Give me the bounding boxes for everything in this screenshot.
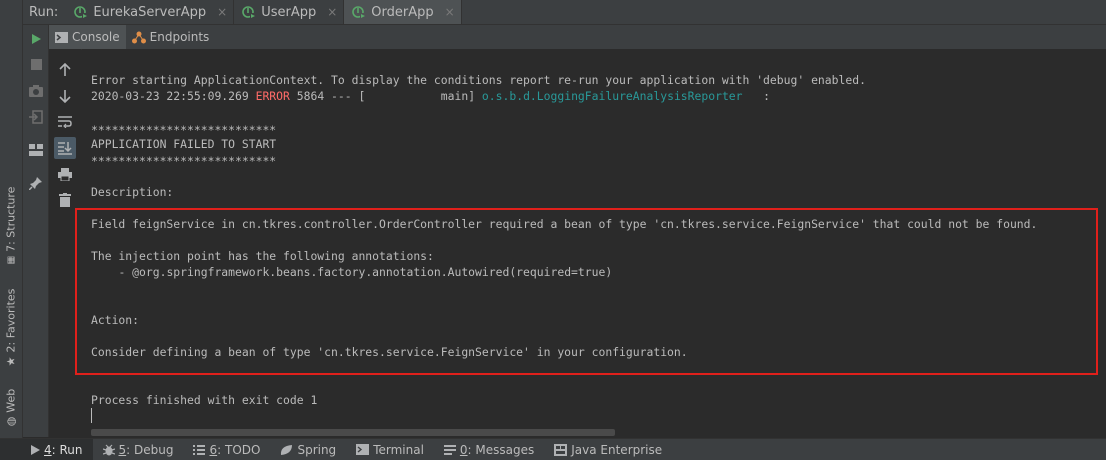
console-line: APPLICATION FAILED TO START — [91, 137, 277, 151]
todo-icon — [193, 444, 206, 455]
bottom-tab-label: : Debug — [126, 442, 174, 457]
bottom-tab-spring[interactable]: Spring — [270, 439, 346, 460]
run-tab-bar: Run: EurekaServerApp × UserApp × OrderAp… — [23, 0, 1106, 25]
stop-icon[interactable] — [26, 54, 46, 74]
shortcut-key: 6 — [209, 442, 218, 457]
log-logger: o.s.b.d.LoggingFailureAnalysisReporter — [481, 89, 743, 103]
bottom-tab-terminal[interactable]: Terminal — [346, 439, 434, 460]
favorites-tab[interactable]: ★ 2: Favorites — [0, 285, 22, 370]
rerun-icon[interactable] — [26, 29, 46, 49]
log-timestamp: 2020-03-23 22:55:09.269 — [91, 89, 256, 103]
spring-boot-app-icon — [242, 6, 257, 19]
spring-icon — [281, 444, 293, 455]
structure-tab-label: 7: Structure — [4, 186, 18, 252]
web-tab-label: Web — [4, 388, 18, 413]
log-level: ERROR — [255, 89, 290, 103]
spring-boot-app-icon — [74, 6, 89, 19]
run-tab-eurekaserverapp[interactable]: EurekaServerApp × — [66, 0, 235, 24]
console-line: Process finished with exit code 1 — [91, 393, 318, 407]
shortcut-key: 5 — [118, 442, 127, 457]
exit-icon[interactable] — [26, 107, 46, 127]
bottom-tab-label: : Run — [51, 442, 83, 457]
run-tab-label: UserApp — [261, 4, 317, 20]
bottom-tab-label: Spring — [297, 442, 337, 457]
java-enterprise-icon — [554, 443, 568, 456]
run-tab-label: EurekaServerApp — [93, 4, 207, 20]
web-tab[interactable]: ◍ Web — [0, 382, 22, 432]
tab-console[interactable]: Console — [49, 25, 126, 49]
shortcut-key: 0 — [459, 442, 468, 457]
bottom-tab-messages[interactable]: 0: Messages — [434, 439, 544, 460]
console-line: *************************** — [91, 154, 277, 168]
run-controls-toolbar — [23, 25, 49, 437]
print-icon[interactable] — [55, 164, 75, 184]
pin-icon[interactable] — [26, 173, 46, 193]
shortcut-key: 4 — [44, 442, 52, 457]
bottom-tab-label: Java Enterprise — [571, 442, 663, 457]
console-icon — [55, 31, 68, 43]
tab-endpoints-label: Endpoints — [149, 30, 210, 44]
star-icon: ★ — [4, 356, 18, 367]
text-caret — [91, 408, 92, 423]
structure-tab[interactable]: ▦ 7: Structure — [0, 180, 22, 270]
horizontal-scrollbar[interactable] — [91, 429, 615, 436]
arrow-down-icon[interactable] — [55, 86, 75, 106]
console-line: Error starting ApplicationContext. To di… — [91, 73, 866, 87]
run-tab-orderapp[interactable]: OrderApp × — [344, 0, 462, 24]
terminal-icon — [356, 444, 370, 455]
trash-icon[interactable] — [55, 190, 75, 210]
bottom-tab-label: Terminal — [373, 442, 424, 457]
globe-icon: ◍ — [4, 416, 18, 426]
run-tab-userapp[interactable]: UserApp × — [234, 0, 345, 24]
tab-endpoints[interactable]: Endpoints — [126, 25, 216, 49]
run-label: Run: — [29, 4, 59, 20]
close-icon[interactable]: × — [217, 5, 227, 19]
bottom-tab-todo[interactable]: 6: TODO — [183, 439, 270, 460]
left-tool-strip: ▦ 7: Structure ★ 2: Favorites ◍ Web — [0, 0, 23, 459]
layout-icon[interactable] — [26, 140, 46, 160]
log-thread: 5864 --- [ main] — [289, 89, 482, 103]
arrow-up-icon[interactable] — [55, 60, 75, 80]
log-separator: : — [742, 89, 770, 103]
error-highlight-box — [75, 208, 1098, 375]
bottom-tool-bar: 4: Run 5: Debug 6: TODO Spring Terminal … — [0, 438, 1106, 460]
console-line: Description: — [91, 185, 174, 199]
endpoints-icon — [131, 31, 146, 43]
bottom-tab-java-enterprise[interactable]: Java Enterprise — [544, 439, 672, 460]
favorites-tab-label: 2: Favorites — [4, 288, 18, 353]
bottom-tab-run[interactable]: 4: Run — [0, 439, 93, 460]
close-icon[interactable]: × — [445, 5, 455, 19]
structure-icon: ▦ — [6, 255, 17, 264]
bug-icon — [102, 444, 115, 455]
bottom-tab-debug[interactable]: 5: Debug — [93, 439, 184, 460]
camera-icon[interactable] — [26, 81, 46, 101]
soft-wrap-icon[interactable] — [55, 112, 75, 132]
console-tab-bar: Console Endpoints — [49, 25, 1106, 50]
console-log-line: 2020-03-23 22:55:09.269 ERROR 5864 --- [… — [91, 89, 770, 103]
tab-console-label: Console — [72, 30, 120, 44]
bottom-tab-label: : Messages — [467, 442, 535, 457]
play-icon — [31, 444, 40, 455]
messages-icon — [443, 444, 456, 455]
console-line: *************************** — [91, 123, 277, 137]
run-tab-label: OrderApp — [371, 4, 434, 20]
close-icon[interactable]: × — [327, 5, 337, 19]
bottom-tab-label: : TODO — [217, 442, 261, 457]
spring-boot-app-icon — [352, 6, 367, 19]
scroll-to-end-icon[interactable] — [54, 137, 76, 159]
